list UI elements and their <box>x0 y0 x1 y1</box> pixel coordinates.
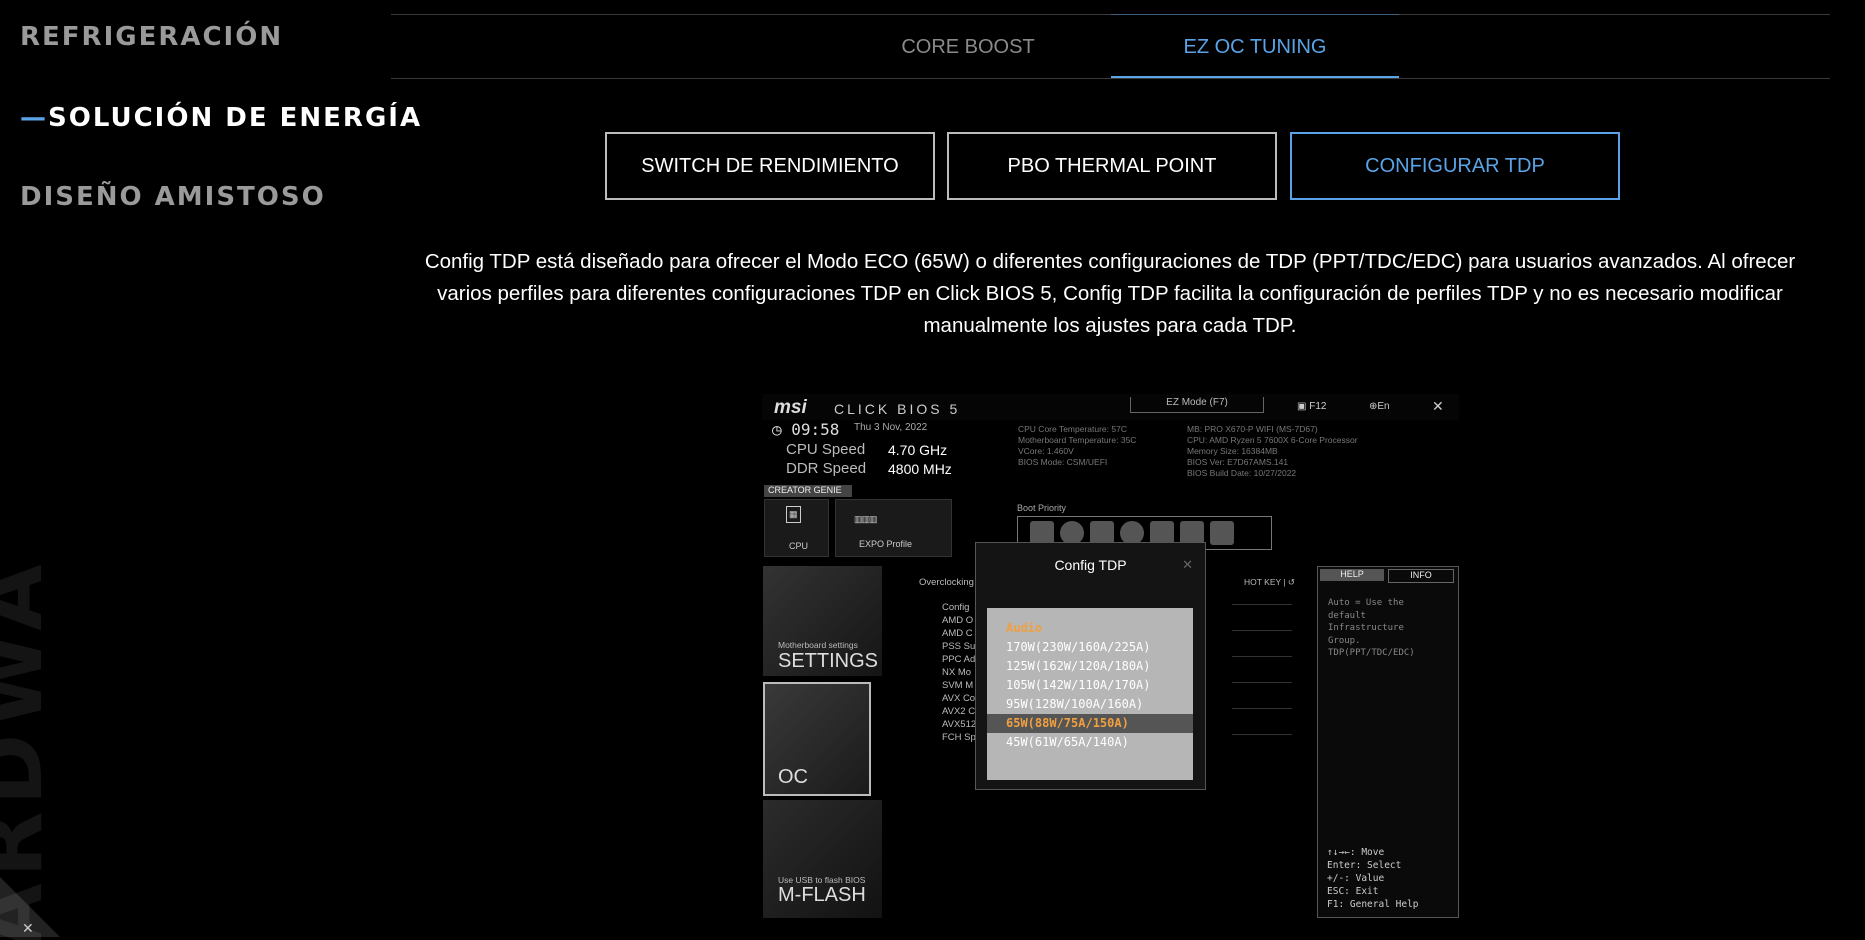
tdp-option: 125W(162W/120A/180A) <box>1006 659 1151 673</box>
bios-product-name: CLICK BIOS 5 <box>834 401 961 417</box>
sidebar-item-solucion-energia[interactable]: —SOLUCIÓN DE ENERGÍA <box>20 103 422 133</box>
config-tdp-dialog: Config TDP ✕ Audio 170W(230W/160A/225A) … <box>975 542 1206 790</box>
menu-item: AMD C <box>942 628 973 639</box>
help-text: Auto = Use the default Infrastructure Group… <box>1328 598 1415 658</box>
expo-tile-label: EXPO Profile <box>859 539 913 549</box>
cpu-tile-label: CPU <box>789 541 809 551</box>
menu-item: SVM M <box>942 680 974 691</box>
tab-core-boost[interactable]: CORE BOOST <box>870 36 1066 59</box>
settings-subtitle: Motherboard settings <box>778 640 858 650</box>
configurar-tdp-button[interactable]: CONFIGURAR TDP <box>1290 132 1620 200</box>
switch-rendimiento-button[interactable]: SWITCH DE RENDIMIENTO <box>605 132 935 200</box>
language-icon: ⊕En <box>1369 401 1390 412</box>
key-legend-text: ↑↓→←: Move Enter: Select +/-: Value ESC: Ex… <box>1327 847 1419 910</box>
menu-item: AVX Co <box>942 693 976 704</box>
bios-close-icon: ✕ <box>1432 398 1444 414</box>
memory-icon: ▥▥▥ <box>854 514 877 524</box>
ez-mode-tab: EZ Mode (F7) <box>1130 397 1264 413</box>
ddr-speed-value: 4800 MHz <box>888 461 952 477</box>
settings-title: SETTINGS <box>778 650 879 672</box>
menu-item: Config <box>942 602 970 613</box>
value-line <box>1232 682 1292 683</box>
clock-icon: ◷ 09:58 <box>772 420 840 439</box>
bios-date: Thu 3 Nov, 2022 <box>854 422 928 433</box>
description-text: Config TDP está diseñado para ofrecer el… <box>424 250 1796 337</box>
sidebar-item-diseno-amistoso[interactable]: DISEÑO AMISTOSO <box>20 182 326 212</box>
tdp-option: 105W(142W/110A/170A) <box>1006 678 1151 692</box>
cpu-chip-icon: ▦ <box>786 506 801 523</box>
menu-item: PPC Ad <box>942 654 976 665</box>
close-icon[interactable]: ✕ <box>22 921 34 937</box>
sysinfo-left: CPU Core Temperature: 57C Motherboard Tem… <box>1018 424 1137 467</box>
value-line <box>1232 708 1292 709</box>
hotkey-label: HOT KEY | ↺ <box>1244 577 1296 587</box>
creator-genie-label: CREATOR GENIE <box>764 485 852 497</box>
dialog-close-icon: ✕ <box>1182 557 1193 572</box>
msi-logo: msi <box>774 397 807 418</box>
value-line <box>1232 630 1292 631</box>
menu-item: AMD O <box>942 615 974 626</box>
menu-item: PSS Su <box>942 641 976 652</box>
menu-item: AVX512 <box>942 719 977 730</box>
active-tab-topline <box>1111 14 1399 15</box>
config-tdp-title: Config TDP <box>1054 557 1127 573</box>
tdp-option-selected: 65W(88W/75A/150A) <box>987 714 1193 733</box>
boot-priority-label: Boot Priority <box>1017 503 1067 513</box>
drive-icon <box>1210 521 1234 545</box>
help-tab: HELP <box>1320 569 1384 581</box>
menu-item: NX Mo <box>942 667 972 678</box>
ddr-speed-label: DDR Speed <box>786 460 867 477</box>
menu-item: AVX2 C <box>942 706 976 717</box>
tdp-option: 45W(61W/65A/140A) <box>1006 735 1129 749</box>
tdp-option: 170W(230W/160A/225A) <box>1006 640 1151 654</box>
tdp-option: 95W(128W/100A/160A) <box>1006 697 1144 711</box>
tab-ez-oc-tuning[interactable]: EZ OC TUNING <box>1111 36 1399 59</box>
value-line <box>1232 604 1292 605</box>
mflash-title: M-FLASH <box>778 884 866 906</box>
info-tab: INFO <box>1388 569 1454 583</box>
tdp-option-list: Audio 170W(230W/160A/225A) 125W(162W/120… <box>987 608 1193 780</box>
pbo-thermal-point-button[interactable]: PBO THERMAL POINT <box>947 132 1277 200</box>
cpu-speed-label: CPU Speed <box>786 441 866 458</box>
active-tab-underline <box>1111 76 1399 78</box>
oc-title: OC <box>778 766 808 788</box>
sidebar-item-refrigeracion[interactable]: REFRIGERACIÓN <box>20 22 283 52</box>
sysinfo-right: MB: PRO X670-P WIFI (MS-7D67) CPU: AMD Ry… <box>1187 424 1358 478</box>
screenshot-icon: ▣ F12 <box>1297 401 1327 412</box>
cpu-speed-value: 4.70 GHz <box>888 442 948 458</box>
value-line <box>1232 734 1292 735</box>
overclocking-label: Overclocking <box>919 577 974 588</box>
bios-screenshot: msi CLICK BIOS 5 EZ Mode (F7) ▣ F12 ⊕En … <box>762 394 1459 918</box>
tabs-bottom-divider <box>391 78 1830 79</box>
menu-item: FCH Sp <box>942 732 976 743</box>
value-line <box>1232 656 1292 657</box>
tdp-option-audio: Audio <box>1006 621 1043 635</box>
